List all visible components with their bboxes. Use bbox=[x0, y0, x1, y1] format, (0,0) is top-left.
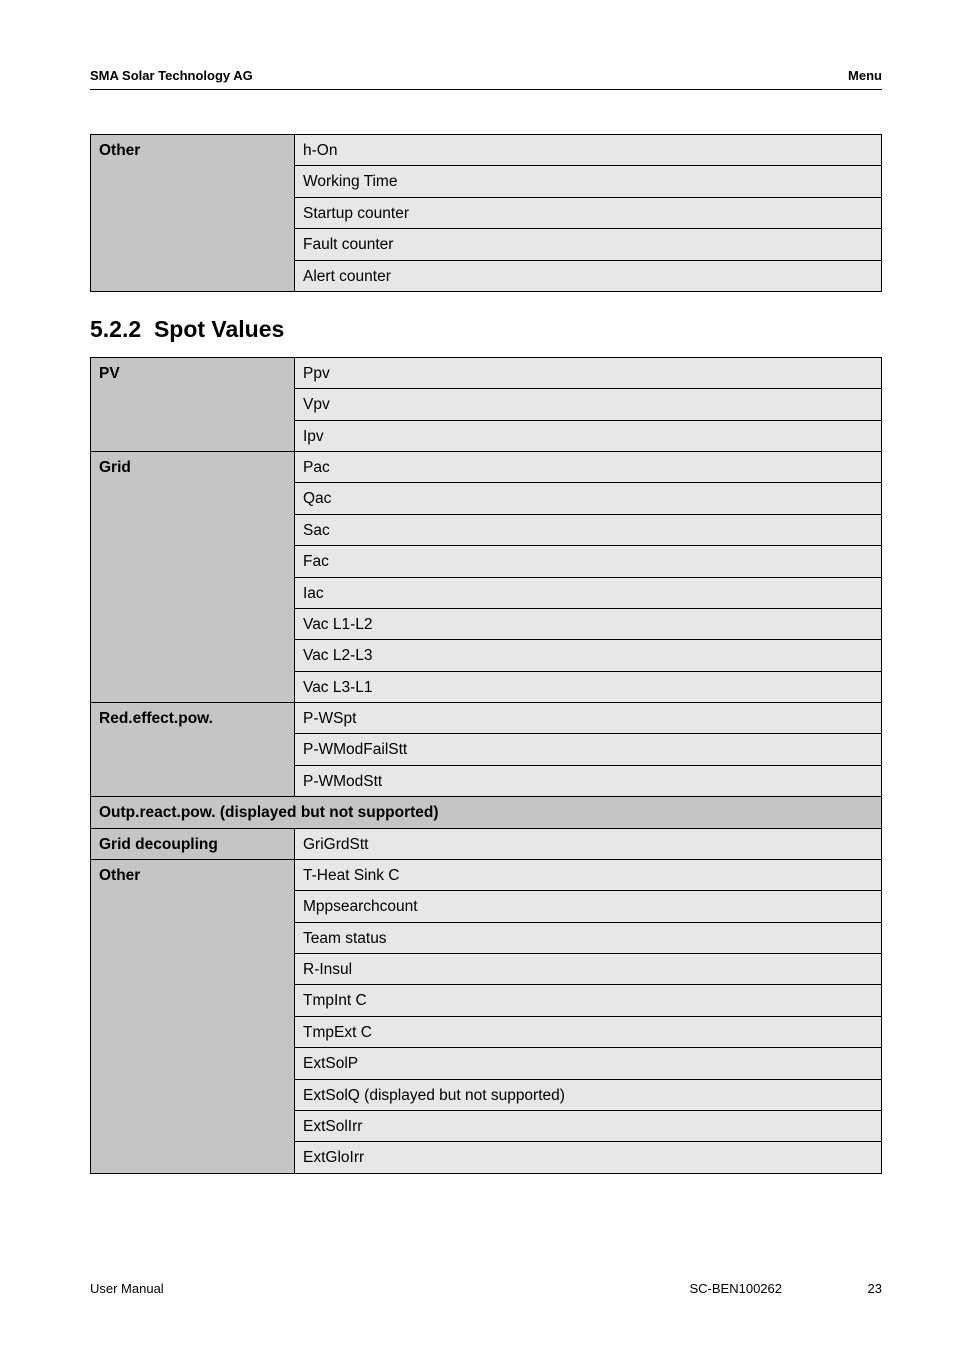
value-cell: ExtSolIrr bbox=[295, 1110, 882, 1141]
value-cell: Vac L1-L2 bbox=[295, 608, 882, 639]
value-cell: ExtGloIrr bbox=[295, 1142, 882, 1173]
value-cell: Vac L3-L1 bbox=[295, 671, 882, 702]
value-cell: Pac bbox=[295, 452, 882, 483]
value-cell: Ipv bbox=[295, 420, 882, 451]
table-spot-values: PV Ppv Vpv Ipv Grid Pac Qac Sac Fac Iac … bbox=[90, 357, 882, 1174]
value-cell: Working Time bbox=[295, 166, 882, 197]
category-cell: Other bbox=[91, 859, 295, 1173]
value-cell: Team status bbox=[295, 922, 882, 953]
value-cell: Ppv bbox=[295, 357, 882, 388]
value-cell: Sac bbox=[295, 514, 882, 545]
page-footer: User Manual SC-BEN100262 23 bbox=[90, 1281, 882, 1296]
page-header: SMA Solar Technology AG Menu bbox=[90, 68, 882, 83]
value-cell: ExtSolQ (displayed but not supported) bbox=[295, 1079, 882, 1110]
value-cell: ExtSolP bbox=[295, 1048, 882, 1079]
value-cell: P-WModStt bbox=[295, 765, 882, 796]
footer-left: User Manual bbox=[90, 1281, 164, 1296]
value-cell: TmpExt C bbox=[295, 1016, 882, 1047]
value-cell: Vpv bbox=[295, 389, 882, 420]
value-cell: Qac bbox=[295, 483, 882, 514]
header-company: SMA Solar Technology AG bbox=[90, 68, 253, 83]
category-cell: Grid decoupling bbox=[91, 828, 295, 859]
header-rule bbox=[90, 89, 882, 90]
spanning-row: Outp.react.pow. (displayed but not suppo… bbox=[91, 797, 882, 828]
footer-center: SC-BEN100262 bbox=[690, 1281, 783, 1296]
footer-right: 23 bbox=[868, 1281, 882, 1296]
value-cell: Vac L2-L3 bbox=[295, 640, 882, 671]
header-page-label: Menu bbox=[848, 68, 882, 83]
value-cell: R-Insul bbox=[295, 954, 882, 985]
value-cell: Fac bbox=[295, 546, 882, 577]
category-cell: Other bbox=[91, 135, 295, 292]
value-cell: Mppsearchcount bbox=[295, 891, 882, 922]
category-cell: PV bbox=[91, 357, 295, 451]
value-cell: TmpInt C bbox=[295, 985, 882, 1016]
value-cell: Iac bbox=[295, 577, 882, 608]
value-cell: GriGrdStt bbox=[295, 828, 882, 859]
value-cell: Fault counter bbox=[295, 229, 882, 260]
value-cell: h-On bbox=[295, 135, 882, 166]
value-cell: P-WSpt bbox=[295, 703, 882, 734]
section-number: 5.2.2 bbox=[90, 316, 141, 342]
category-cell: Red.effect.pow. bbox=[91, 703, 295, 797]
value-cell: P-WModFailStt bbox=[295, 734, 882, 765]
section-heading: 5.2.2 Spot Values bbox=[90, 316, 882, 343]
section-title-text: Spot Values bbox=[154, 316, 284, 342]
value-cell: Startup counter bbox=[295, 197, 882, 228]
value-cell: Alert counter bbox=[295, 260, 882, 291]
table-other: Other h-On Working Time Startup counter … bbox=[90, 134, 882, 292]
category-cell: Grid bbox=[91, 452, 295, 703]
value-cell: T-Heat Sink C bbox=[295, 859, 882, 890]
